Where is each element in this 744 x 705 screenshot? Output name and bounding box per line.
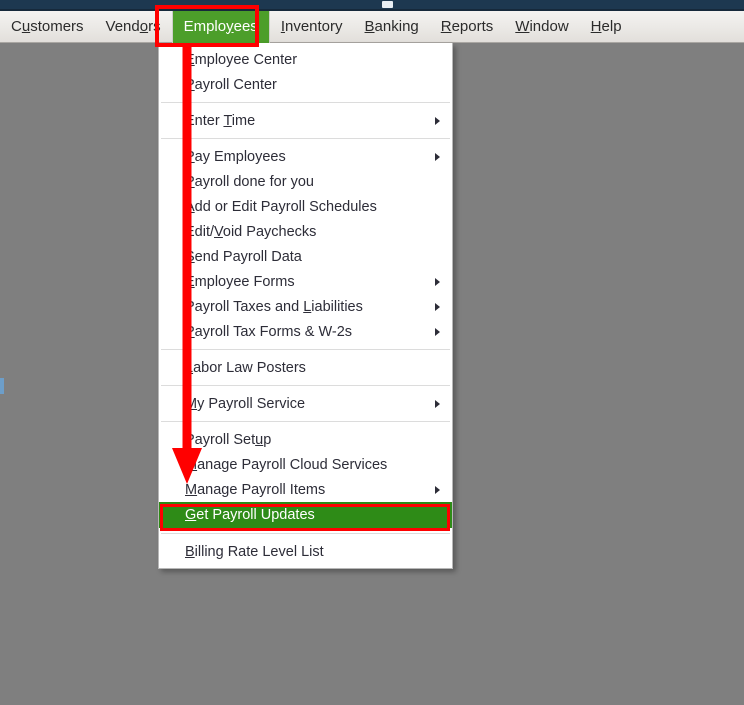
menu-item-label: Employee Center xyxy=(185,51,298,68)
menu-separator xyxy=(161,385,450,386)
menu-item-pay-employees[interactable]: Pay Employees xyxy=(159,144,452,169)
menu-item-label: Manage Payroll Cloud Services xyxy=(185,456,388,473)
submenu-chevron-right-icon xyxy=(435,399,440,408)
menu-item-get-payroll-updates[interactable]: Get Payroll Updates xyxy=(159,502,452,528)
menu-item-label: Enter Time xyxy=(185,112,256,129)
main-menu-bar: Cu stomers Vend o rs Emplo y ees Inventory Bankin… xyxy=(0,10,744,43)
window-title-glyph xyxy=(382,1,393,8)
menubar-item-customers[interactable]: Cu stomers xyxy=(0,11,95,43)
menu-item-label: Manage Payroll Items xyxy=(185,481,326,498)
menubar-item-inventory[interactable]: Inventory xyxy=(270,11,354,43)
submenu-chevron-right-icon xyxy=(435,116,440,125)
submenu-chevron-right-icon xyxy=(435,327,440,336)
menu-separator xyxy=(161,102,450,103)
menubar-item-reports[interactable]: Reports xyxy=(430,11,505,43)
menu-item-label: Payroll done for you xyxy=(185,173,314,190)
submenu-chevron-right-icon xyxy=(435,277,440,286)
menubar-item-window[interactable]: Window xyxy=(504,11,579,43)
menu-item-payroll-taxes-and-liabilities[interactable]: Payroll Taxes and Liabilities xyxy=(159,294,452,319)
menu-item-manage-payroll-items[interactable]: Manage Payroll Items xyxy=(159,477,452,502)
menu-item-payroll-tax-forms-w-2s[interactable]: Payroll Tax Forms & W-2s xyxy=(159,319,452,344)
menubar-item-help[interactable]: Help xyxy=(580,11,633,43)
menu-item-employee-forms[interactable]: Employee Forms xyxy=(159,269,452,294)
window-title-bar xyxy=(0,0,744,9)
menu-item-label: Billing Rate Level List xyxy=(185,543,324,560)
menu-item-label: Send Payroll Data xyxy=(185,248,302,265)
menubar-item-banking[interactable]: Banking xyxy=(354,11,430,43)
submenu-chevron-right-icon xyxy=(435,485,440,494)
menu-item-payroll-done-for-you[interactable]: Payroll done for you xyxy=(159,169,452,194)
employees-dropdown-menu: Employee Center Payroll Center Enter Time P… xyxy=(158,43,453,569)
menu-item-labor-law-posters[interactable]: Labor Law Posters xyxy=(159,355,452,380)
menu-item-payroll-center[interactable]: Payroll Center xyxy=(159,72,452,97)
menu-item-add-or-edit-payroll-schedules[interactable]: Add or Edit Payroll Schedules xyxy=(159,194,452,219)
menu-item-my-payroll-service[interactable]: My Payroll Service xyxy=(159,391,452,416)
background-blue-sliver xyxy=(0,378,4,394)
menu-item-label: Payroll Setup xyxy=(185,431,272,448)
menu-item-send-payroll-data[interactable]: Send Payroll Data xyxy=(159,244,452,269)
submenu-chevron-right-icon xyxy=(435,152,440,161)
menu-item-label: Labor Law Posters xyxy=(185,359,306,376)
menu-item-label: Add or Edit Payroll Schedules xyxy=(185,198,377,215)
menubar-item-vendors[interactable]: Vend o rs xyxy=(95,11,172,43)
submenu-chevron-right-icon xyxy=(435,302,440,311)
menu-item-payroll-setup[interactable]: Payroll Setup xyxy=(159,427,452,452)
menu-separator xyxy=(161,349,450,350)
menu-item-label: Payroll Center xyxy=(185,76,277,93)
menu-item-label: My Payroll Service xyxy=(185,395,306,412)
menu-item-manage-payroll-cloud-services[interactable]: Manage Payroll Cloud Services xyxy=(159,452,452,477)
menu-item-edit-void-paychecks[interactable]: Edit/Void Paychecks xyxy=(159,219,452,244)
menu-item-label: Pay Employees xyxy=(185,148,286,165)
menu-item-label: Get Payroll Updates xyxy=(185,507,315,523)
menu-separator xyxy=(161,533,450,534)
menu-item-enter-time[interactable]: Enter Time xyxy=(159,108,452,133)
menu-item-billing-rate-level-list[interactable]: Billing Rate Level List xyxy=(159,539,452,564)
menu-item-label: Payroll Taxes and Liabilities xyxy=(185,298,363,315)
menubar-item-employees[interactable]: Emplo y ees xyxy=(171,10,270,43)
menu-item-employee-center[interactable]: Employee Center xyxy=(159,47,452,72)
menu-item-label: Edit/Void Paychecks xyxy=(185,223,317,240)
menu-item-label: Payroll Tax Forms & W-2s xyxy=(185,323,353,340)
menu-item-label: Employee Forms xyxy=(185,273,295,290)
menu-separator xyxy=(161,138,450,139)
menu-separator xyxy=(161,421,450,422)
